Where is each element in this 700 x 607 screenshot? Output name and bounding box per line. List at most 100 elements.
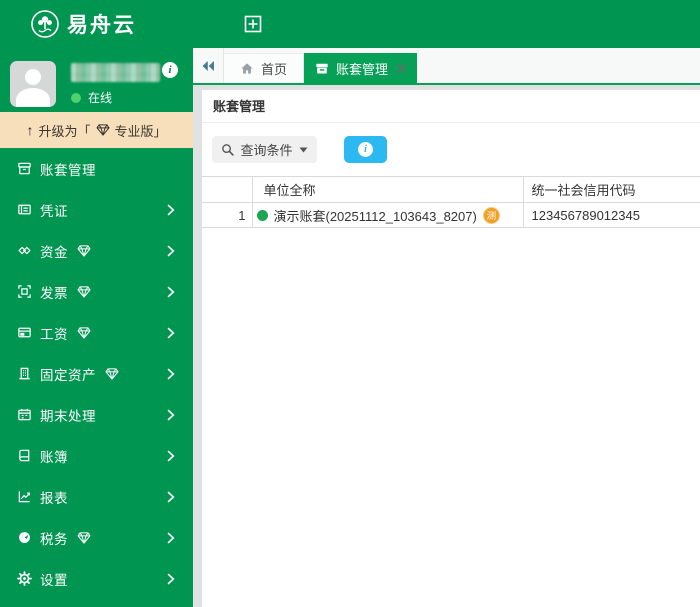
sidebar-item-label: 期末处理 [40, 405, 96, 425]
sidebar-item-label: 资金 [40, 241, 68, 261]
home-icon [240, 62, 254, 75]
funds-icon [17, 243, 32, 258]
tab-home-label: 首页 [261, 59, 287, 78]
archive-box-icon [315, 62, 329, 75]
sidebar-item-label: 账套管理 [40, 159, 96, 179]
tab-close-icon[interactable] [397, 64, 406, 73]
pro-gem-icon [77, 245, 91, 257]
sidebar-item-label: 发票 [40, 282, 68, 302]
row-index: 1 [202, 203, 252, 228]
sidebar-item-ledger[interactable]: 账簿 [0, 435, 193, 476]
archive-icon [17, 161, 32, 176]
toolbar: 查询条件 i [202, 123, 700, 176]
pro-gem-icon [77, 286, 91, 298]
app-logo: 易舟云 [30, 9, 136, 39]
sidebar-item-label: 报表 [40, 487, 68, 507]
chevron-right-icon [167, 327, 175, 339]
double-chevron-left-icon [201, 60, 215, 72]
tax-icon [17, 530, 32, 545]
logo-tree-icon [30, 9, 60, 39]
online-status-label: 在线 [88, 89, 112, 106]
query-conditions-button[interactable]: 查询条件 [212, 136, 317, 163]
sidebar-item-funds[interactable]: 资金 [0, 230, 193, 271]
online-status: 在线 [71, 89, 112, 106]
chevron-right-icon [167, 491, 175, 503]
app-header: 易舟云 [0, 0, 700, 48]
salary-icon [17, 325, 32, 340]
chevron-right-icon [167, 450, 175, 462]
brand-title: 易舟云 [67, 9, 136, 39]
sidebar-item-tax[interactable]: 税务 [0, 517, 193, 558]
voucher-icon [17, 202, 32, 217]
upgrade-label-after: 专业版」 [115, 121, 167, 140]
chart-icon [17, 489, 32, 504]
tab-account-set-management[interactable]: 账套管理 [304, 53, 417, 83]
page-title: 账套管理 [202, 90, 700, 123]
building-icon [17, 366, 32, 381]
test-badge: 测 [483, 207, 500, 224]
scroll-tabs-left-button[interactable] [193, 48, 224, 83]
sidebar: i 在线 ↑ 升级为「 专业版」 账套管理凭证资金发票工资固定资产期末处理账簿报… [0, 48, 193, 607]
pro-gem-icon [96, 124, 110, 136]
sidebar-item-label: 工资 [40, 323, 68, 343]
pro-gem-icon [77, 327, 91, 339]
pro-gem-icon [77, 532, 91, 544]
online-dot-icon [71, 93, 81, 103]
chevron-right-icon [167, 286, 175, 298]
account-sets-table: 单位全称 统一社会信用代码 1 演示账套(20251112_103643_820… [202, 176, 700, 228]
chevron-right-icon [167, 409, 175, 421]
user-info-icon[interactable]: i [162, 62, 178, 78]
status-dot-icon [257, 210, 268, 221]
info-button[interactable]: i [344, 136, 387, 163]
sidebar-item-voucher[interactable]: 凭证 [0, 189, 193, 230]
chevron-right-icon [167, 204, 175, 216]
sidebar-item-period-end[interactable]: 期末处理 [0, 394, 193, 435]
content-area: 账套管理 查询条件 i 单位全称 统一社会信用 [193, 87, 700, 607]
sidebar-item-label: 固定资产 [40, 364, 96, 384]
header-index [202, 177, 252, 203]
invoice-icon [17, 284, 32, 299]
new-window-icon[interactable] [244, 15, 262, 33]
chevron-right-icon [167, 245, 175, 257]
username-redacted [71, 63, 160, 82]
sidebar-item-fixed-assets[interactable]: 固定资产 [0, 353, 193, 394]
credit-code: 123456789012345 [523, 203, 700, 228]
header-credit-code: 统一社会信用代码 [523, 177, 700, 203]
chevron-right-icon [167, 368, 175, 380]
sidebar-item-settings[interactable]: 设置 [0, 558, 193, 599]
unit-name: 演示账套(20251112_103643_8207) [274, 206, 477, 225]
up-arrow-icon: ↑ [26, 122, 33, 138]
gear-icon [17, 571, 32, 586]
table-header-row: 单位全称 统一社会信用代码 [202, 177, 700, 203]
table-body: 1 演示账套(20251112_103643_8207) 测 123456789… [202, 203, 700, 228]
tab-bar: 首页 账套管理 [193, 48, 700, 85]
chevron-right-icon [167, 573, 175, 585]
chevron-right-icon [167, 532, 175, 544]
caret-down-icon [299, 147, 308, 153]
book-icon [17, 448, 32, 463]
sidebar-item-reports[interactable]: 报表 [0, 476, 193, 517]
pro-gem-icon [105, 368, 119, 380]
info-icon: i [358, 142, 373, 157]
sidebar-item-invoice[interactable]: 发票 [0, 271, 193, 312]
tab-active-label: 账套管理 [336, 59, 388, 78]
sidebar-item-account-set[interactable]: 账套管理 [0, 148, 193, 189]
sidebar-item-label: 税务 [40, 528, 68, 548]
sidebar-item-salary[interactable]: 工资 [0, 312, 193, 353]
user-avatar[interactable] [10, 61, 56, 107]
search-icon [221, 143, 234, 156]
tab-home[interactable]: 首页 [224, 53, 304, 83]
sidebar-item-label: 设置 [40, 569, 68, 589]
avatar-shoulders [16, 88, 50, 107]
query-button-label: 查询条件 [240, 140, 292, 159]
calendar-icon [17, 407, 32, 422]
account-set-panel: 账套管理 查询条件 i 单位全称 统一社会信用 [202, 90, 700, 607]
header-unit-name: 单位全称 [252, 177, 523, 203]
upgrade-label-before: 升级为「 [38, 121, 90, 140]
table-row[interactable]: 1 演示账套(20251112_103643_8207) 测 123456789… [202, 203, 700, 228]
sidebar-menu: 账套管理凭证资金发票工资固定资产期末处理账簿报表税务设置 [0, 148, 193, 599]
sidebar-item-label: 凭证 [40, 200, 68, 220]
upgrade-pro-banner[interactable]: ↑ 升级为「 专业版」 [0, 112, 193, 148]
avatar-head [25, 69, 41, 85]
sidebar-item-label: 账簿 [40, 446, 68, 466]
